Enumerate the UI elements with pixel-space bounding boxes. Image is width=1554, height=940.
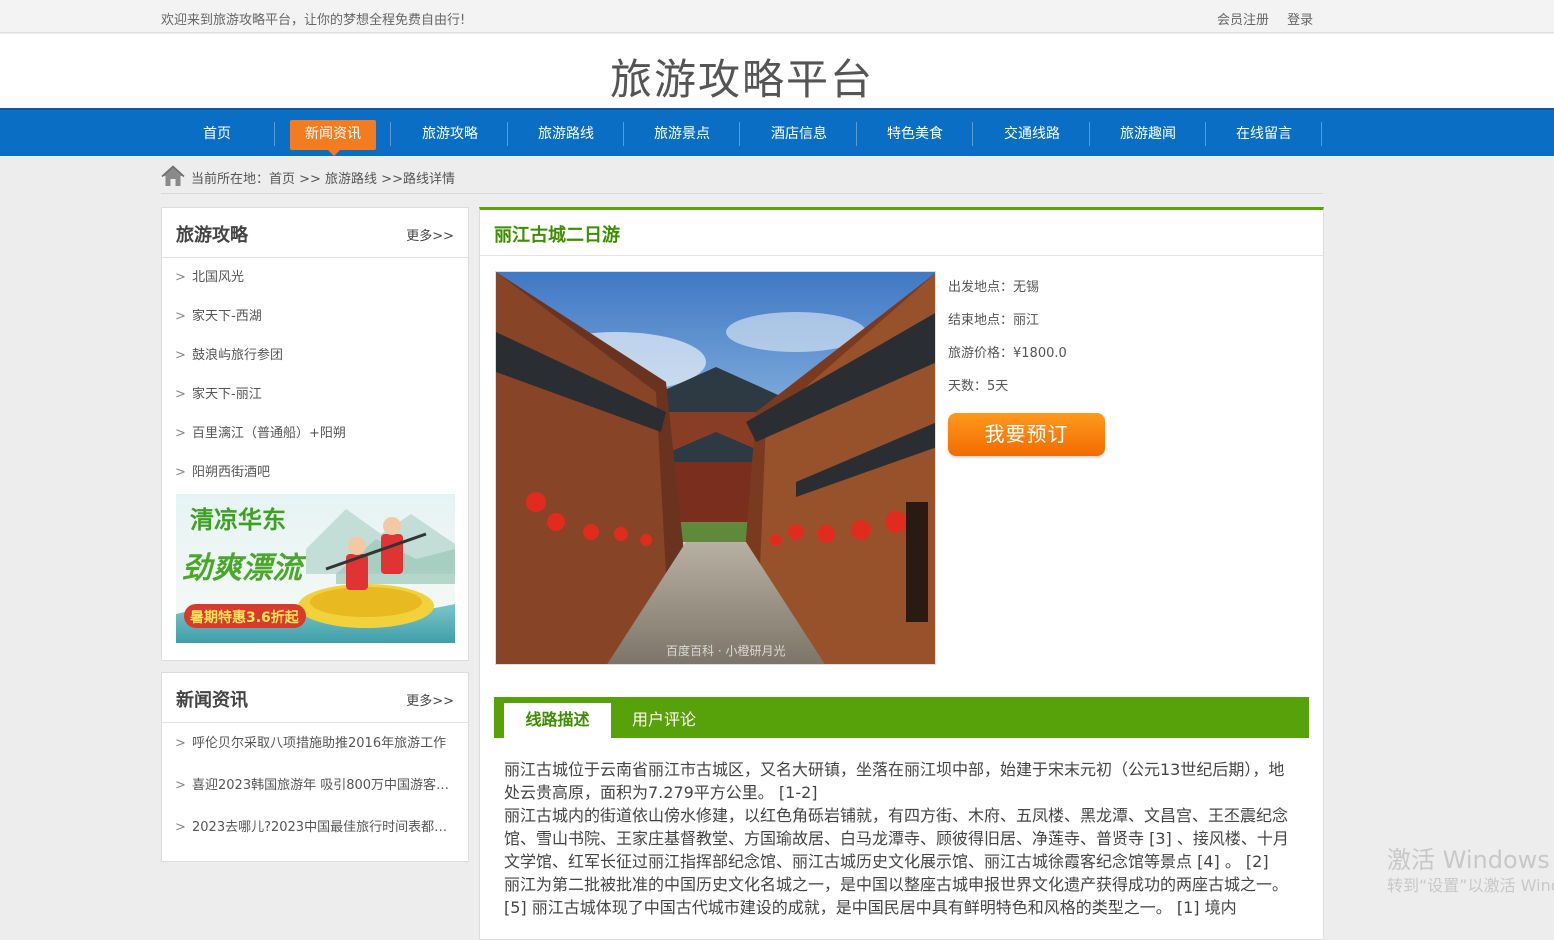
description-paragraph: 丽江古城内的街道依山傍水修建，以红色角砾岩铺就，有四方街、木府、五凤楼、黑龙潭、…: [504, 806, 1289, 871]
nav-divider: [623, 122, 624, 146]
route-days: 天数：5天: [948, 379, 1009, 394]
tab-route-description[interactable]: 线路描述: [504, 703, 611, 738]
list-item[interactable]: > 阳朔西街酒吧: [162, 453, 468, 492]
breadcrumb-text: 当前所在地：首页 >> 旅游路线 >>路线详情: [191, 172, 455, 187]
old-town-street-image: 百度百科 · 小橙研月光: [496, 272, 935, 664]
breadcrumb: 当前所在地：首页 >> 旅游路线 >>路线详情: [161, 164, 1323, 194]
chevron-right-icon: >: [175, 309, 186, 324]
nav-divider: [274, 122, 275, 146]
photo-caption: 百度百科 · 小橙研月光: [666, 643, 785, 658]
nav-item-guides[interactable]: 旅游攻略: [407, 120, 493, 150]
chevron-right-icon: >: [175, 270, 186, 285]
site-header: 旅游攻略平台: [0, 34, 1554, 108]
promo-line-1: 清凉华东: [190, 506, 286, 534]
list-item-label: 北国风光: [192, 270, 245, 285]
list-item-label: 家天下-丽江: [192, 387, 262, 402]
box-header: 新闻资讯 更多>>: [162, 673, 468, 723]
nav-item-stories[interactable]: 旅游趣闻: [1105, 120, 1191, 150]
nav-divider: [856, 122, 857, 146]
nav-divider: [390, 122, 391, 146]
chevron-right-icon: >: [175, 348, 186, 363]
route-title: 丽江古城二日游: [494, 225, 620, 246]
list-item-label: 阳朔西街酒吧: [192, 465, 271, 480]
chevron-right-icon: >: [175, 426, 186, 441]
sidebar-news-box: 新闻资讯 更多>> > 呼伦贝尔采取八项措施助推2016年旅游工作 > 喜迎2023…: [161, 672, 469, 862]
main-nav: 首页 新闻资讯 旅游攻略 旅游路线 旅游景点 酒店信息 特色美食 交通线路 旅游…: [0, 108, 1554, 156]
list-item[interactable]: > 百里漓江（普通船）+阳朔: [162, 414, 468, 453]
nav-divider: [972, 122, 973, 146]
list-item-label: 百里漓江（普通船）+阳朔: [192, 426, 346, 441]
nav-item-hotels[interactable]: 酒店信息: [756, 120, 842, 150]
nav-divider: [1321, 122, 1322, 146]
nav-item-messages[interactable]: 在线留言: [1221, 120, 1307, 150]
detail-tabs: 线路描述 用户评论: [494, 697, 1309, 738]
list-item-label: 鼓浪屿旅行参团: [192, 348, 284, 363]
list-item-label: 喜迎2023韩国旅游年 吸引800万中国游客…: [192, 778, 450, 793]
chevron-right-icon: >: [175, 820, 186, 835]
chevron-right-icon: >: [175, 387, 186, 402]
route-header: 丽江古城二日游: [480, 210, 1323, 256]
box-header: 旅游攻略 更多>>: [162, 208, 468, 258]
chevron-right-icon: >: [175, 736, 186, 751]
description-paragraph: 丽江为第二批被批准的中国历史文化名城之一，是中国以整座古城申报世界文化遗产获得成…: [504, 875, 1289, 917]
nav-item-routes[interactable]: 旅游路线: [523, 120, 609, 150]
home-icon: [161, 165, 185, 186]
news-list: > 呼伦贝尔采取八项措施助推2016年旅游工作 > 喜迎2023韩国旅游年 吸引80…: [162, 723, 468, 849]
nav-divider: [507, 122, 508, 146]
nav-item-food[interactable]: 特色美食: [872, 120, 958, 150]
list-item-label: 2023去哪儿?2023中国最佳旅行时间表都…: [192, 820, 448, 835]
promo-line-2: 劲爽漂流: [182, 551, 307, 586]
windows-activation-hint: 转到“设置”以激活 Windows。: [1387, 876, 1554, 895]
login-link[interactable]: 登录: [1287, 13, 1313, 28]
list-item[interactable]: > 家天下-丽江: [162, 375, 468, 414]
chevron-right-icon: >: [175, 778, 186, 793]
register-link[interactable]: 会员注册: [1217, 13, 1269, 28]
nav-divider: [1089, 122, 1090, 146]
box-title: 新闻资讯: [176, 690, 248, 711]
rafting-promo-banner[interactable]: 清凉华东 劲爽漂流 暑期特惠3.6折起: [176, 494, 455, 643]
nav-divider: [739, 122, 740, 146]
list-item[interactable]: >2023去哪儿?2023中国最佳旅行时间表都…: [162, 807, 468, 849]
nav-divider: [1205, 122, 1206, 146]
route-info: 出发地点：无锡 结束地点：丽江 旅游价格：¥1800.0 天数：5天: [948, 276, 1067, 408]
nav-item-home[interactable]: 首页: [174, 120, 260, 150]
promo-line-3: 暑期特惠3.6折起: [190, 609, 300, 626]
route-photo[interactable]: 百度百科 · 小橙研月光: [495, 271, 936, 665]
description-paragraph: 丽江古城位于云南省丽江市古城区，又名大研镇，坐落在丽江坝中部，始建于宋末元初（公…: [504, 760, 1285, 802]
nav-item-attractions[interactable]: 旅游景点: [639, 120, 725, 150]
tab-user-comments[interactable]: 用户评论: [619, 703, 709, 738]
list-item[interactable]: > 喜迎2023韩国旅游年 吸引800万中国游客…: [162, 765, 468, 807]
list-item[interactable]: > 鼓浪屿旅行参团: [162, 336, 468, 375]
nav-item-transport[interactable]: 交通线路: [989, 120, 1075, 150]
route-detail-panel: 丽江古城二日游 百度百科 · 小橙研月光 出发地点：无锡 结束地点：丽江 旅游价…: [479, 207, 1324, 940]
nav-item-news[interactable]: 新闻资讯: [290, 120, 376, 156]
box-title: 旅游攻略: [176, 225, 248, 246]
end-location: 结束地点：丽江: [948, 313, 1040, 328]
site-title[interactable]: 旅游攻略平台: [0, 46, 1484, 107]
account-links: 会员注册 登录: [1217, 9, 1327, 28]
rafting-banner-image: 清凉华东 劲爽漂流 暑期特惠3.6折起: [176, 494, 455, 643]
more-link[interactable]: 更多>>: [406, 225, 454, 244]
more-link[interactable]: 更多>>: [406, 690, 454, 709]
book-now-button[interactable]: 我要预订: [948, 413, 1105, 456]
chevron-right-icon: >: [175, 465, 186, 480]
list-item-label: 家天下-西湖: [192, 309, 262, 324]
list-item[interactable]: > 北国风光: [162, 258, 468, 297]
list-item[interactable]: > 呼伦贝尔采取八项措施助推2016年旅游工作: [162, 723, 468, 765]
guide-list: > 北国风光 > 家天下-西湖 > 鼓浪屿旅行参团 > 家天下-丽江 > 百里漓江（普通船…: [162, 258, 468, 492]
windows-activation-title: 激活 Windows: [1387, 846, 1550, 874]
top-bar: 欢迎来到旅游攻略平台，让你的梦想全程免费自由行! 会员注册 登录: [0, 0, 1554, 33]
sidebar-guides-box: 旅游攻略 更多>> > 北国风光 > 家天下-西湖 > 鼓浪屿旅行参团 > 家天下-丽江…: [161, 207, 469, 661]
route-description: 丽江古城位于云南省丽江市古城区，又名大研镇，坐落在丽江坝中部，始建于宋末元初（公…: [504, 758, 1294, 919]
route-price: 旅游价格：¥1800.0: [948, 346, 1067, 361]
list-item-label: 呼伦贝尔采取八项措施助推2016年旅游工作: [192, 736, 447, 751]
start-location: 出发地点：无锡: [948, 280, 1040, 295]
welcome-text: 欢迎来到旅游攻略平台，让你的梦想全程免费自由行!: [161, 13, 466, 28]
list-item[interactable]: > 家天下-西湖: [162, 297, 468, 336]
